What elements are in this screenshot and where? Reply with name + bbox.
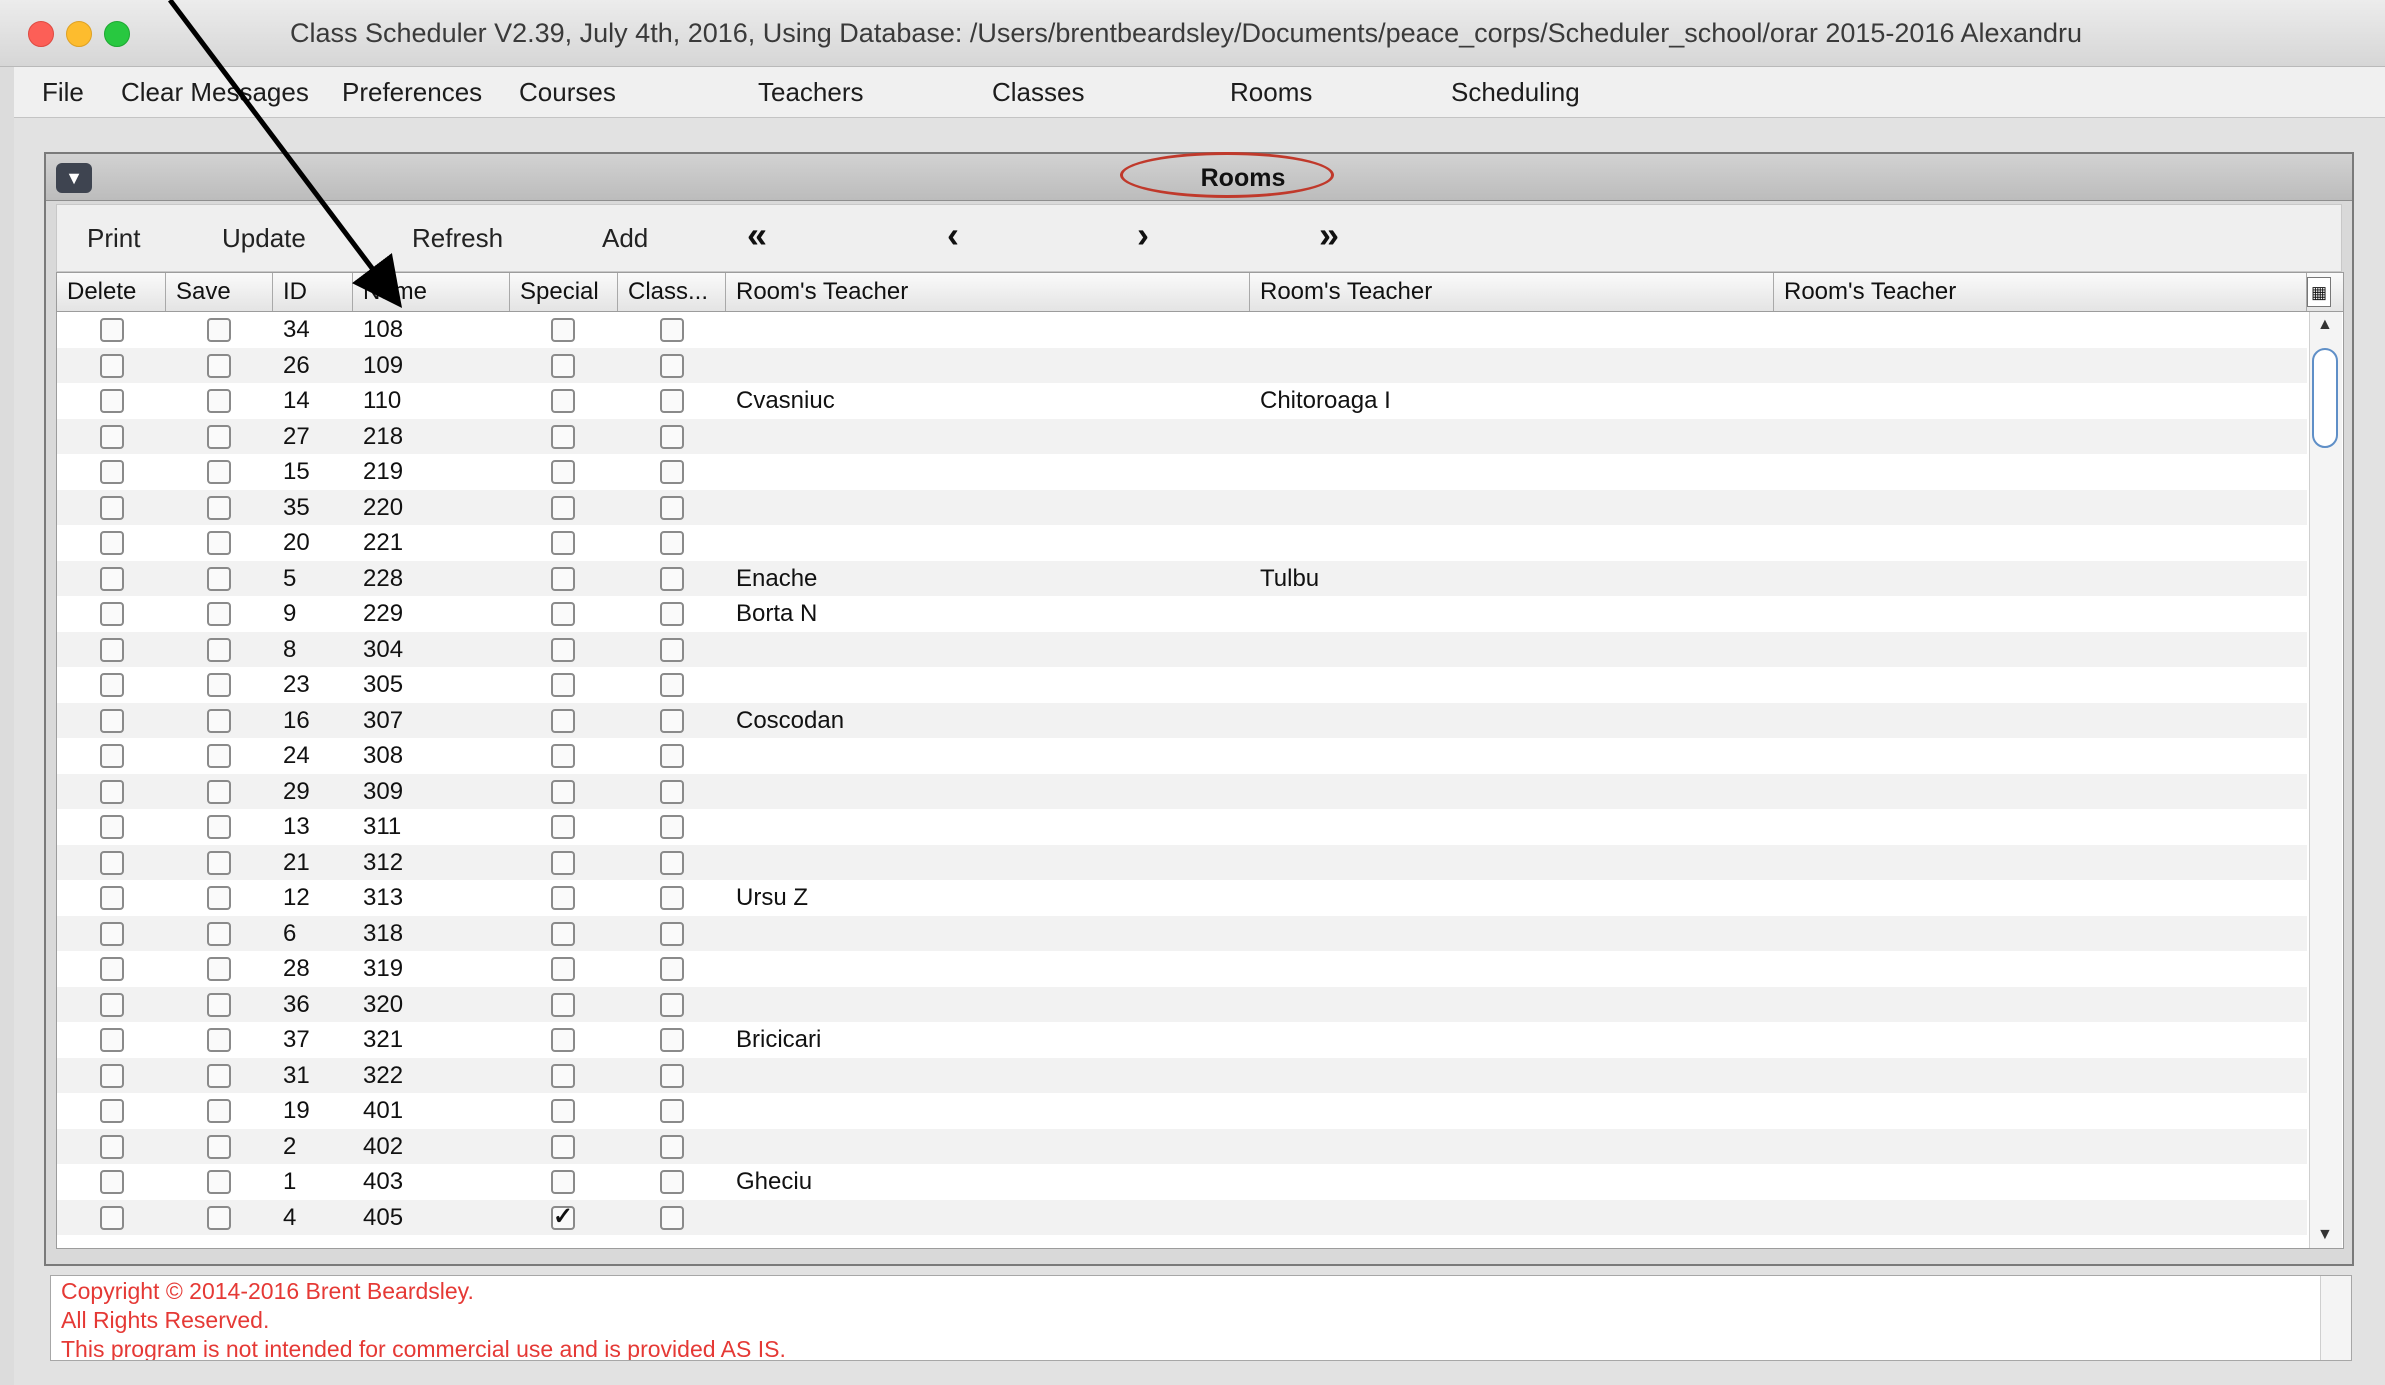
annotation-arrow — [168, 0, 403, 308]
